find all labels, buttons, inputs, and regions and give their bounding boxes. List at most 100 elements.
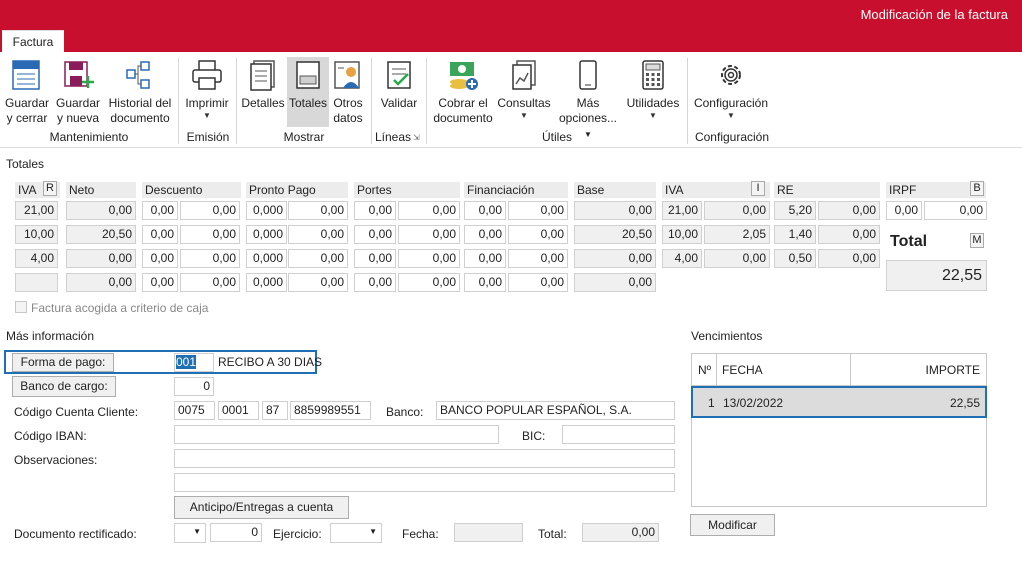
totales-cell-f2[interactable]: 0,00 <box>508 249 568 268</box>
totales-cell-po2[interactable]: 0,00 <box>398 273 460 292</box>
label: Cobrar el <box>438 96 488 110</box>
totales-cell-f2[interactable]: 0,00 <box>508 225 568 244</box>
chevron-down-icon: ▼ <box>649 111 657 120</box>
chevron-down-icon: ▼ <box>369 527 377 536</box>
label: Guardar <box>55 96 101 110</box>
configuracion-button[interactable]: Configuración ▼ <box>692 58 770 121</box>
label: documento <box>110 111 170 125</box>
totales-cell-d2[interactable]: 0,00 <box>180 249 240 268</box>
fecha-label: Fecha: <box>402 527 439 541</box>
totales-cell-po1[interactable]: 0,00 <box>354 249 396 268</box>
forma-pago-desc: RECIBO A 30 DIAS <box>218 355 323 369</box>
header-re: RE <box>774 182 880 198</box>
totales-cell-f2[interactable]: 0,00 <box>508 273 568 292</box>
irpf-tag-b[interactable]: B <box>970 181 984 196</box>
detalles-button[interactable]: Detalles <box>240 58 286 111</box>
ccc-cuenta-input[interactable]: 8859989551 <box>290 401 371 420</box>
anticipo-button[interactable]: Anticipo/Entregas a cuenta <box>174 496 349 519</box>
tab-factura[interactable]: Factura <box>2 30 64 52</box>
modificar-button[interactable]: Modificar <box>690 514 775 536</box>
totales-cell-p1[interactable]: 0,000 <box>246 225 287 244</box>
total-value: 22,55 <box>886 260 987 291</box>
forma-pago-code-input[interactable]: 001 <box>174 353 214 372</box>
group-utiles: Útiles <box>541 130 572 144</box>
ccc-oficina-input[interactable]: 0001 <box>218 401 259 420</box>
totales-cell-neto: 0,00 <box>66 249 136 268</box>
guardar-cerrar-button[interactable]: Guardar y cerrar <box>4 58 50 126</box>
totales-cell-r2: 0,00 <box>818 249 880 268</box>
totales-cell-r2: 0,00 <box>818 225 880 244</box>
irpf-percent-cell[interactable]: 0,00 <box>886 201 922 220</box>
dialog-launcher-icon[interactable]: ⇲ <box>413 133 420 142</box>
caja-checkbox[interactable] <box>15 301 27 313</box>
banco-cargo-input[interactable]: 0 <box>174 377 214 396</box>
total-label: Total <box>890 233 928 250</box>
separator <box>687 58 688 144</box>
imprimir-button[interactable]: Imprimir ▼ <box>182 58 232 121</box>
group-mantenimiento: Mantenimiento <box>49 130 129 144</box>
label: opciones... <box>558 111 618 125</box>
observaciones-input-1[interactable] <box>174 449 675 468</box>
group-mostrar: Mostrar <box>283 130 325 144</box>
bic-input[interactable] <box>562 425 675 444</box>
totales-cell-po1[interactable]: 0,00 <box>354 225 396 244</box>
totales-cell-f2[interactable]: 0,00 <box>508 201 568 220</box>
irpf-amount-cell[interactable]: 0,00 <box>924 201 987 220</box>
banco-input[interactable]: BANCO POPULAR ESPAÑOL, S.A. <box>436 401 675 420</box>
guardar-nueva-button[interactable]: Guardar y nueva <box>54 58 102 126</box>
label: y nueva <box>56 111 100 125</box>
totales-cell-po2[interactable]: 0,00 <box>398 249 460 268</box>
totales-cell-base: 20,50 <box>574 225 656 244</box>
iva-tag-r[interactable]: R <box>43 181 57 196</box>
total-tag-m[interactable]: M <box>970 233 984 248</box>
historial-button[interactable]: Historial del documento <box>106 58 174 126</box>
totales-cell-d2[interactable]: 0,00 <box>180 201 240 220</box>
totales-cell-d1[interactable]: 0,00 <box>142 249 178 268</box>
table-row[interactable]: 1 13/02/2022 22,55 <box>691 386 987 418</box>
cobrar-button[interactable]: Cobrar el documento <box>432 58 494 126</box>
totales-cell-f1[interactable]: 0,00 <box>464 249 506 268</box>
totales-cell-iva: 10,00 <box>15 225 58 244</box>
total-rect-value: 0,00 <box>582 523 659 542</box>
iva-tag-i[interactable]: I <box>751 181 765 196</box>
totales-cell-d2[interactable]: 0,00 <box>180 225 240 244</box>
observaciones-input-2[interactable] <box>174 473 675 492</box>
totales-cell-p2[interactable]: 0,00 <box>288 249 348 268</box>
totales-cell-d1[interactable]: 0,00 <box>142 273 178 292</box>
totales-cell-f1[interactable]: 0,00 <box>464 225 506 244</box>
consultas-button[interactable]: Consultas ▼ <box>496 58 552 121</box>
totales-cell-p2[interactable]: 0,00 <box>288 225 348 244</box>
totales-cell-po2[interactable]: 0,00 <box>398 201 460 220</box>
validar-button[interactable]: Validar <box>376 58 422 111</box>
details-icon <box>250 60 275 91</box>
totales-cell-p1[interactable]: 0,000 <box>246 249 287 268</box>
totales-cell-d2[interactable]: 0,00 <box>180 273 240 292</box>
ccc-entidad-input[interactable]: 0075 <box>174 401 215 420</box>
totales-cell-d1[interactable]: 0,00 <box>142 225 178 244</box>
header-descuento: Descuento <box>142 182 241 198</box>
label: Detalles <box>241 96 285 110</box>
col-divider <box>850 354 851 386</box>
utilidades-button[interactable]: Utilidades ▼ <box>624 58 682 121</box>
ccc-dc-input[interactable]: 87 <box>262 401 288 420</box>
totales-cell-po2[interactable]: 0,00 <box>398 225 460 244</box>
otros-datos-button[interactable]: Otros datos <box>331 58 365 126</box>
totales-cell-p1[interactable]: 0,000 <box>246 273 287 292</box>
iban-input[interactable] <box>174 425 499 444</box>
totales-cell-p1[interactable]: 0,000 <box>246 201 287 220</box>
ejercicio-dropdown[interactable]: ▼ <box>330 523 382 543</box>
totales-cell-f1[interactable]: 0,00 <box>464 201 506 220</box>
totales-cell-d1[interactable]: 0,00 <box>142 201 178 220</box>
totales-button[interactable]: Totales <box>287 57 329 127</box>
doc-rect-dropdown[interactable]: ▼ <box>174 523 206 543</box>
forma-pago-button[interactable]: Forma de pago: <box>12 353 114 372</box>
totales-cell-f1[interactable]: 0,00 <box>464 273 506 292</box>
totales-cell-po1[interactable]: 0,00 <box>354 273 396 292</box>
doc-rect-input[interactable]: 0 <box>210 523 262 542</box>
totales-cell-p2[interactable]: 0,00 <box>288 273 348 292</box>
banco-cargo-button[interactable]: Banco de cargo: <box>12 376 116 397</box>
totales-cell-po1[interactable]: 0,00 <box>354 201 396 220</box>
totales-cell-i2: 2,05 <box>704 225 770 244</box>
totales-cell-base: 0,00 <box>574 273 656 292</box>
totales-cell-p2[interactable]: 0,00 <box>288 201 348 220</box>
